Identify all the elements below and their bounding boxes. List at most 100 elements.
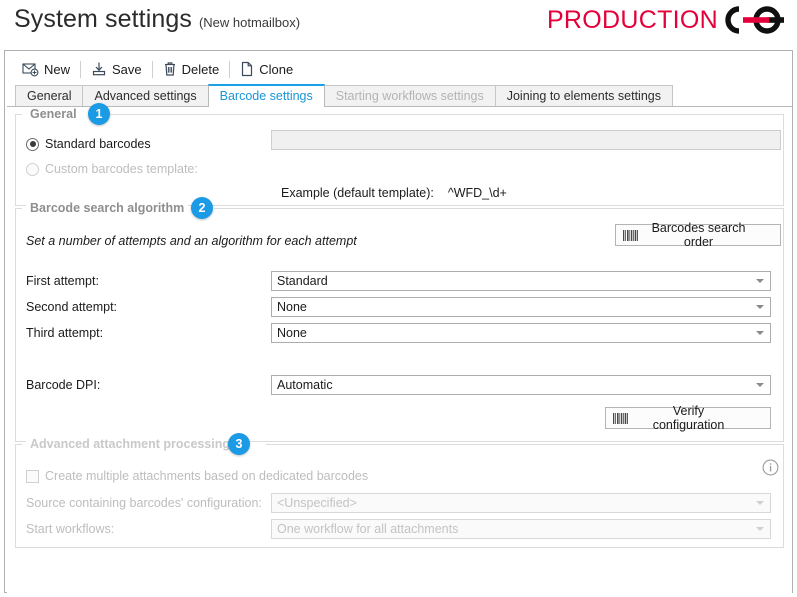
trash-icon	[164, 62, 175, 76]
barcode-dpi-value: Automatic	[277, 378, 333, 392]
custom-barcodes-radio	[26, 162, 39, 176]
new-mail-icon	[22, 63, 39, 77]
system-settings-window: System settings (New hotmailbox) PRODUCT…	[0, 0, 797, 597]
start-workflows-select: One workflow for all attachments	[271, 519, 771, 539]
verify-configuration-row: Verify configuration	[26, 398, 773, 432]
chevron-down-icon	[756, 383, 764, 387]
general-group-title: General	[26, 107, 81, 121]
tab-barcode-settings[interactable]: Barcode settings	[207, 84, 325, 107]
source-configuration-row: Source containing barcodes' configuratio…	[26, 490, 773, 516]
second-attempt-value: None	[277, 300, 307, 314]
barcode-dpi-row: Barcode DPI: Automatic	[26, 372, 773, 398]
general-group-header: General 1	[16, 103, 783, 126]
barcode-dpi-label: Barcode DPI:	[26, 378, 101, 392]
settings-frame-inner: New Save Delete Clone General Advanced s…	[6, 52, 792, 594]
barcode-icon	[623, 229, 638, 241]
tab-joining-to-elements-settings[interactable]: Joining to elements settings	[494, 85, 673, 106]
page-title-area: System settings (New hotmailbox)	[14, 5, 300, 34]
barcodes-search-order-button[interactable]: Barcodes search order	[615, 221, 781, 249]
chevron-down-icon	[756, 331, 764, 335]
step-badge-3: 3	[228, 433, 250, 455]
source-configuration-value: <Unspecified>	[277, 496, 357, 510]
custom-barcodes-template-input	[271, 130, 781, 150]
save-button-label: Save	[112, 61, 142, 77]
second-attempt-row: Second attempt: None	[26, 294, 773, 320]
start-workflows-value: One workflow for all attachments	[277, 522, 459, 536]
general-group: General 1 Standard barcodes Custom barco…	[15, 103, 784, 206]
chevron-down-icon	[756, 527, 764, 531]
chevron-down-icon	[756, 501, 764, 505]
copy-icon	[242, 61, 253, 77]
toolbar-separator	[151, 60, 153, 78]
third-attempt-value: None	[277, 326, 307, 340]
source-configuration-select: <Unspecified>	[271, 493, 771, 513]
algorithm-hint: Set a number of attempts and an algorith…	[26, 234, 357, 248]
start-workflows-label: Start workflows:	[26, 522, 115, 536]
second-attempt-label: Second attempt:	[26, 300, 118, 314]
example-value: ^WFD_\d+	[447, 186, 507, 200]
create-multiple-attachments-row: Create multiple attachments based on ded…	[26, 459, 779, 490]
step-badge-2: 2	[191, 197, 213, 219]
window-header: System settings (New hotmailbox) PRODUCT…	[0, 0, 797, 47]
page-subtitle: (New hotmailbox)	[198, 15, 301, 30]
toolbar: New Save Delete Clone	[7, 53, 792, 85]
advanced-group-header: Advanced attachment processing 3	[16, 433, 783, 456]
custom-barcodes-label: Custom barcodes template:	[45, 162, 198, 176]
barcode-icon	[613, 412, 628, 424]
tab-general[interactable]: General	[15, 85, 84, 106]
algorithm-group-body: Set a number of attempts and an algorith…	[16, 220, 783, 440]
info-icon	[762, 459, 779, 476]
verify-configuration-label: Verify configuration	[652, 404, 725, 432]
advanced-group-body: Create multiple attachments based on ded…	[16, 456, 783, 552]
logo-text: PRODUCTION	[546, 5, 718, 34]
step-badge-1: 1	[88, 103, 110, 125]
first-attempt-row: First attempt: Standard	[26, 268, 773, 294]
second-attempt-select[interactable]: None	[271, 297, 771, 317]
standard-barcodes-label: Standard barcodes	[45, 137, 151, 151]
chevron-down-icon	[756, 305, 764, 309]
algorithm-hint-row: Set a number of attempts and an algorith…	[26, 221, 781, 256]
delete-button-label: Delete	[181, 61, 220, 77]
custom-barcodes-row: Custom barcodes template:	[26, 130, 781, 182]
barcode-search-algorithm-group: Barcode search algorithm 2 Set a number …	[15, 197, 784, 442]
example-label: Example (default template):	[281, 186, 434, 200]
clone-button[interactable]: Clone	[233, 57, 300, 81]
first-attempt-value: Standard	[277, 274, 328, 288]
settings-frame: New Save Delete Clone General Advanced s…	[4, 50, 793, 594]
verify-configuration-button[interactable]: Verify configuration	[605, 404, 771, 432]
chain-link-logo-icon	[725, 6, 784, 34]
first-attempt-select[interactable]: Standard	[271, 271, 771, 291]
product-logo: PRODUCTION	[547, 5, 787, 35]
group-rule	[104, 114, 783, 115]
group-rule	[266, 444, 783, 445]
create-multiple-attachments-label: Create multiple attachments based on ded…	[45, 469, 369, 483]
delete-button[interactable]: Delete	[156, 57, 227, 81]
group-rule	[214, 208, 783, 209]
third-attempt-row: Third attempt: None	[26, 320, 773, 346]
tab-bar: General Advanced settings Barcode settin…	[7, 84, 792, 107]
barcode-dpi-select[interactable]: Automatic	[271, 375, 771, 395]
toolbar-separator	[80, 60, 82, 78]
advanced-group-title: Advanced attachment processing	[26, 437, 235, 451]
save-icon	[92, 62, 106, 76]
start-workflows-row: Start workflows: One workflow for all at…	[26, 516, 773, 542]
barcodes-search-order-label: Barcodes search order	[651, 221, 746, 249]
third-attempt-label: Third attempt:	[26, 326, 104, 340]
algorithm-group-header: Barcode search algorithm 2	[16, 197, 783, 220]
create-multiple-attachments-checkbox	[26, 469, 39, 483]
advanced-attachment-processing-group: Advanced attachment processing 3 Create …	[15, 433, 784, 548]
source-configuration-label: Source containing barcodes' configuratio…	[26, 496, 262, 510]
standard-barcodes-radio[interactable]	[26, 137, 39, 151]
save-button[interactable]: Save	[84, 57, 149, 81]
page-title: System settings	[14, 5, 192, 33]
new-button-label: New	[44, 61, 71, 77]
third-attempt-select[interactable]: None	[271, 323, 771, 343]
barcode-settings-page: General 1 Standard barcodes Custom barco…	[7, 103, 792, 594]
toolbar-separator	[229, 60, 231, 78]
first-attempt-label: First attempt:	[26, 274, 99, 288]
clone-button-label: Clone	[259, 61, 294, 77]
chevron-down-icon	[756, 279, 764, 283]
new-button[interactable]: New	[15, 57, 77, 81]
tab-starting-workflows-settings: Starting workflows settings	[323, 85, 496, 106]
algorithm-group-title: Barcode search algorithm	[26, 201, 189, 215]
